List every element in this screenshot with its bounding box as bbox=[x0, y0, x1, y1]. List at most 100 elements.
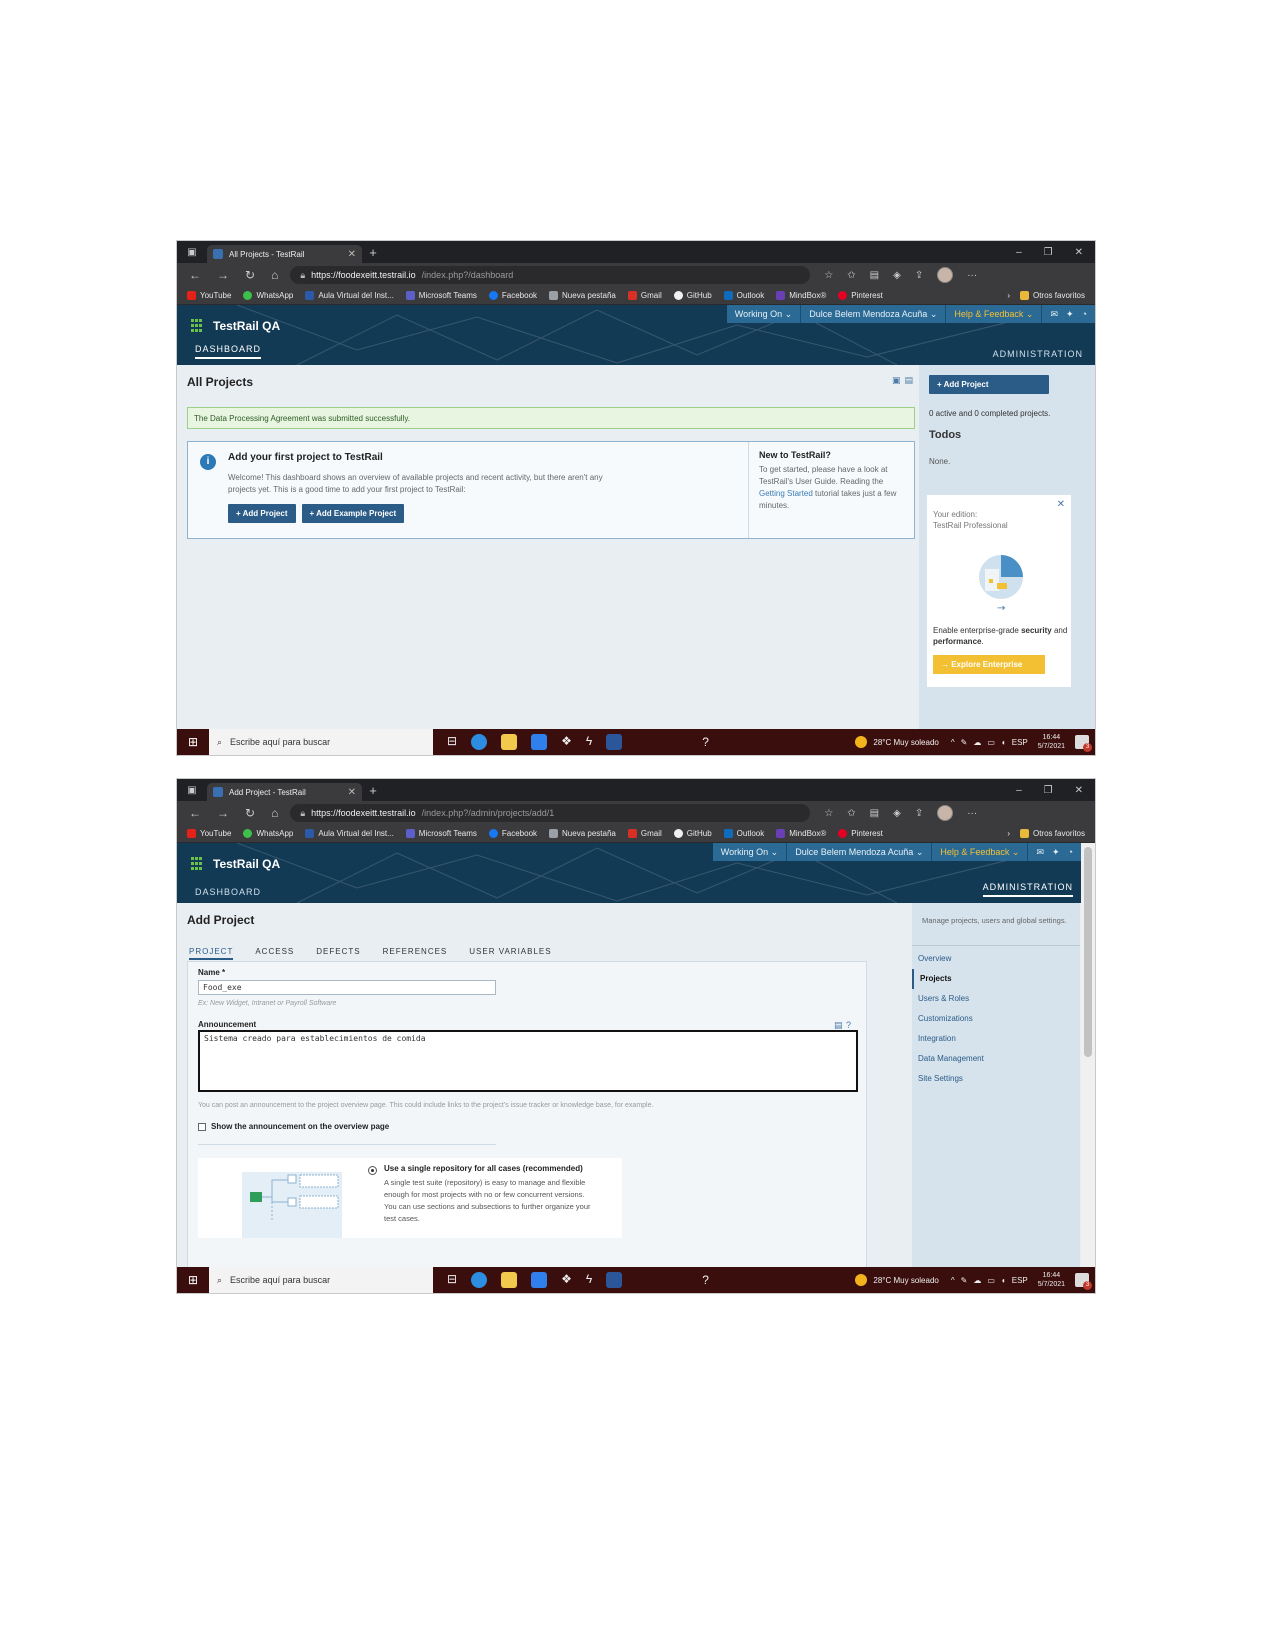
tab-user-variables[interactable]: USER VARIABLES bbox=[469, 947, 551, 960]
edge-icon[interactable] bbox=[471, 1272, 488, 1288]
restore-icon[interactable]: ❐ bbox=[1044, 785, 1053, 796]
browser-tab[interactable]: All Projects - TestRail ✕ bbox=[207, 245, 362, 263]
twitter-icon[interactable]: ✦ bbox=[1052, 847, 1060, 858]
bookmark-gmail[interactable]: Gmail bbox=[627, 829, 662, 838]
forward-icon[interactable]: → bbox=[217, 268, 229, 282]
chevron-right-icon[interactable]: › bbox=[1007, 829, 1010, 838]
close-window-icon[interactable]: ✕ bbox=[1075, 785, 1083, 796]
favorites-icon[interactable]: ✩ bbox=[847, 808, 855, 819]
profile-avatar[interactable] bbox=[937, 267, 954, 283]
testrail-logo[interactable]: TestRail QA bbox=[191, 319, 280, 333]
url-field[interactable]: 🔒︎ https://foodexeitt.testrail.io/index.… bbox=[290, 266, 811, 284]
battery-icon[interactable]: ▭ bbox=[987, 738, 995, 747]
close-tab-icon[interactable]: ✕ bbox=[348, 249, 356, 260]
compact-view-icon[interactable]: ▣ bbox=[892, 375, 901, 386]
chevron-right-icon[interactable]: › bbox=[1007, 291, 1010, 300]
admin-menu-customizations[interactable]: Customizations bbox=[918, 1009, 984, 1029]
pen-icon[interactable]: ✎ bbox=[961, 1276, 968, 1285]
bookmark-new-tab[interactable]: Nueva pestaña bbox=[549, 291, 616, 300]
rss-icon[interactable]: ◔ bbox=[1082, 309, 1087, 320]
pen-icon[interactable]: ✎ bbox=[961, 738, 968, 747]
bookmark-gmail[interactable]: Gmail bbox=[627, 291, 662, 300]
bookmark-whatsapp[interactable]: WhatsApp bbox=[243, 829, 293, 838]
help-app-icon[interactable]: ? bbox=[702, 1273, 709, 1287]
back-icon[interactable]: ← bbox=[189, 268, 201, 282]
bookmark-youtube[interactable]: YouTube bbox=[187, 829, 231, 838]
windows-start-icon[interactable]: ⊞ bbox=[177, 735, 209, 749]
checkbox[interactable] bbox=[198, 1122, 206, 1131]
admin-menu-users-roles[interactable]: Users & Roles bbox=[918, 989, 984, 1009]
weather-widget[interactable]: 28°C Muy soleado bbox=[855, 1274, 939, 1286]
help-icon[interactable]: ? bbox=[846, 1020, 851, 1030]
windows-start-icon[interactable]: ⊞ bbox=[177, 1273, 209, 1287]
tab-access[interactable]: ACCESS bbox=[255, 947, 294, 960]
bookmark-mindbox[interactable]: MindBox® bbox=[776, 291, 826, 300]
home-icon[interactable]: ⌂ bbox=[271, 268, 278, 282]
chevron-up-icon[interactable]: ^ bbox=[951, 738, 955, 747]
word-icon[interactable] bbox=[606, 734, 623, 750]
more-icon[interactable]: ··· bbox=[967, 808, 977, 819]
word-icon[interactable] bbox=[606, 1272, 623, 1288]
new-tab-icon[interactable]: + bbox=[362, 783, 384, 798]
language-indicator[interactable]: ESP bbox=[1012, 738, 1028, 747]
tab-project[interactable]: PROJECT bbox=[189, 947, 234, 960]
add-example-project-button[interactable]: + Add Example Project bbox=[301, 504, 405, 523]
close-window-icon[interactable]: ✕ bbox=[1075, 247, 1083, 258]
profile-avatar[interactable] bbox=[937, 805, 954, 821]
dropbox-icon[interactable]: ❖ bbox=[561, 1272, 572, 1288]
working-on-menu[interactable]: Working On ⌄ bbox=[727, 305, 802, 323]
browser-tab[interactable]: Add Project - TestRail ✕ bbox=[207, 783, 362, 801]
share-icon[interactable]: ⇪ bbox=[915, 808, 923, 819]
help-menu[interactable]: Help & Feedback ⌄ bbox=[946, 305, 1043, 323]
edge-icon[interactable] bbox=[471, 734, 488, 750]
volume-icon[interactable]: ◖ bbox=[1001, 1276, 1006, 1285]
minimize-icon[interactable]: – bbox=[1016, 247, 1022, 258]
bookmark-youtube[interactable]: YouTube bbox=[187, 291, 231, 300]
file-explorer-icon[interactable] bbox=[501, 1272, 518, 1288]
favorite-star-icon[interactable]: ☆ bbox=[824, 270, 833, 281]
extensions-icon[interactable]: ◈ bbox=[893, 808, 901, 819]
working-on-menu[interactable]: Working On ⌄ bbox=[713, 843, 788, 861]
close-icon[interactable]: ✕ bbox=[1057, 499, 1065, 510]
weather-widget[interactable]: 28°C Muy soleado bbox=[855, 736, 939, 748]
refresh-icon[interactable]: ↻ bbox=[245, 268, 255, 282]
admin-menu-data-management[interactable]: Data Management bbox=[918, 1049, 984, 1069]
nav-dashboard[interactable]: DASHBOARD bbox=[195, 344, 262, 359]
bookmark-outlook[interactable]: Outlook bbox=[723, 291, 764, 300]
bookmark-teams[interactable]: Microsoft Teams bbox=[405, 291, 477, 300]
bookmark-aula-virtual[interactable]: Aula Virtual del Inst... bbox=[305, 829, 394, 838]
admin-menu-integration[interactable]: Integration bbox=[918, 1029, 984, 1049]
nav-administration[interactable]: ADMINISTRATION bbox=[993, 349, 1083, 359]
admin-menu-overview[interactable]: Overview bbox=[918, 949, 984, 969]
taskbar-search[interactable]: ⌕ Escribe aquí para buscar bbox=[209, 1267, 433, 1293]
user-menu[interactable]: Dulce Belem Mendoza Acuña ⌄ bbox=[787, 843, 933, 861]
minimize-icon[interactable]: – bbox=[1016, 785, 1022, 796]
rss-icon[interactable]: ◔ bbox=[1068, 847, 1073, 858]
bookmark-pinterest[interactable]: Pinterest bbox=[838, 291, 883, 300]
more-icon[interactable]: ··· bbox=[967, 270, 977, 281]
bookmark-pinterest[interactable]: Pinterest bbox=[838, 829, 883, 838]
power-automate-icon[interactable]: ϟ bbox=[586, 734, 592, 750]
name-field[interactable]: Food_exe bbox=[198, 980, 496, 995]
scrollbar-thumb[interactable] bbox=[1084, 847, 1092, 1057]
bookmark-mindbox[interactable]: MindBox® bbox=[776, 829, 826, 838]
bookmark-aula-virtual[interactable]: Aula Virtual del Inst... bbox=[305, 291, 394, 300]
volume-icon[interactable]: ◖ bbox=[1001, 738, 1006, 747]
admin-menu-projects[interactable]: Projects bbox=[912, 969, 984, 989]
add-project-button[interactable]: + Add Project bbox=[228, 504, 296, 523]
other-favorites[interactable]: Otros favoritos bbox=[1019, 829, 1085, 838]
favorites-icon[interactable]: ✩ bbox=[847, 270, 855, 281]
bookmark-facebook[interactable]: Facebook bbox=[488, 291, 537, 300]
cloud-icon[interactable]: ☁ bbox=[973, 1276, 981, 1285]
radio-button[interactable] bbox=[368, 1166, 377, 1175]
bookmark-teams[interactable]: Microsoft Teams bbox=[405, 829, 477, 838]
admin-menu-site-settings[interactable]: Site Settings bbox=[918, 1069, 984, 1089]
bookmark-facebook[interactable]: Facebook bbox=[488, 829, 537, 838]
tab-actions-icon[interactable]: ▣ bbox=[177, 247, 207, 258]
clock[interactable]: 16:44 5/7/2021 bbox=[1038, 1271, 1065, 1289]
restore-icon[interactable]: ❐ bbox=[1044, 247, 1053, 258]
power-automate-icon[interactable]: ϟ bbox=[586, 1272, 592, 1288]
new-tab-icon[interactable]: + bbox=[362, 245, 384, 260]
tab-defects[interactable]: DEFECTS bbox=[316, 947, 360, 960]
file-explorer-icon[interactable] bbox=[501, 734, 518, 750]
